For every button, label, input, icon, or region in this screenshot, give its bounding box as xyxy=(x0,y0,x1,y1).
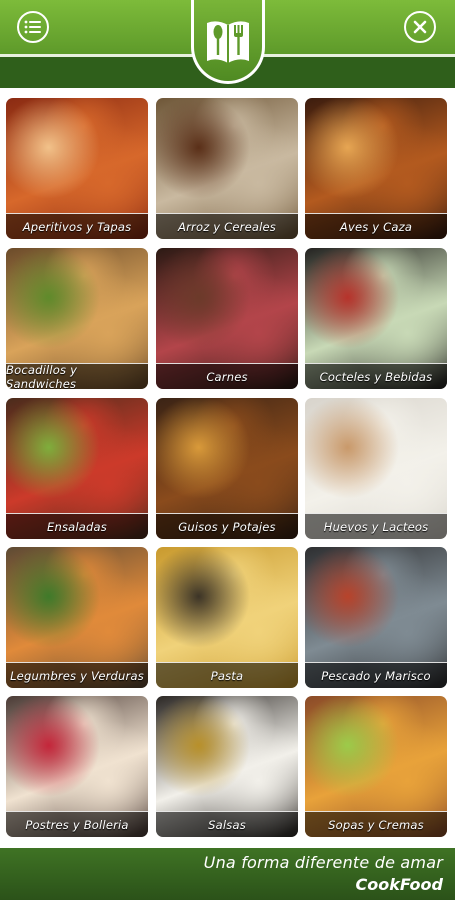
category-label: Pescado y Marisco xyxy=(305,662,447,688)
category-tile[interactable]: Ensaladas xyxy=(6,398,148,539)
close-x-icon xyxy=(413,20,427,34)
category-grid: Aperitivos y Tapas Arroz y Cereales Aves y… xyxy=(6,98,447,838)
category-label: Huevos y Lacteos xyxy=(305,513,447,539)
category-label: Sopas y Cremas xyxy=(305,811,447,837)
category-tile[interactable]: Salsas xyxy=(156,696,298,837)
category-tile[interactable]: Arroz y Cereales xyxy=(156,98,298,239)
category-tile[interactable]: Huevos y Lacteos xyxy=(305,398,447,539)
category-tile[interactable]: Cocteles y Bebidas xyxy=(305,248,447,389)
category-label: Legumbres y Verduras xyxy=(6,662,148,688)
menu-button[interactable] xyxy=(17,11,49,43)
category-tile[interactable]: Pasta xyxy=(156,547,298,688)
category-label: Bocadillos y Sandwiches xyxy=(6,363,148,389)
footer-tagline: Una forma diferente de amar xyxy=(203,853,443,872)
category-tile[interactable]: Postres y Bolleria xyxy=(6,696,148,837)
menu-lines-icon xyxy=(24,20,41,34)
book-spoon-fork-icon xyxy=(207,20,249,63)
category-label: Carnes xyxy=(156,363,298,389)
app-header xyxy=(0,0,455,88)
category-tile[interactable]: Legumbres y Verduras xyxy=(6,547,148,688)
close-button[interactable] xyxy=(404,11,436,43)
footer-brand: CookFood xyxy=(355,875,444,894)
category-tile[interactable]: Carnes xyxy=(156,248,298,389)
category-label: Pasta xyxy=(156,662,298,688)
category-label: Arroz y Cereales xyxy=(156,213,298,239)
app-logo xyxy=(191,0,265,84)
app-footer: Una forma diferente de amar CookFood xyxy=(0,848,455,900)
category-tile[interactable]: Aves y Caza xyxy=(305,98,447,239)
category-tile[interactable]: Guisos y Potajes xyxy=(156,398,298,539)
category-tile[interactable]: Pescado y Marisco xyxy=(305,547,447,688)
category-label: Salsas xyxy=(156,811,298,837)
category-label: Aves y Caza xyxy=(305,213,447,239)
category-label: Aperitivos y Tapas xyxy=(6,213,148,239)
category-tile[interactable]: Sopas y Cremas xyxy=(305,696,447,837)
category-label: Postres y Bolleria xyxy=(6,811,148,837)
category-tile[interactable]: Aperitivos y Tapas xyxy=(6,98,148,239)
category-label: Guisos y Potajes xyxy=(156,513,298,539)
category-tile[interactable]: Bocadillos y Sandwiches xyxy=(6,248,148,389)
category-label: Ensaladas xyxy=(6,513,148,539)
category-label: Cocteles y Bebidas xyxy=(305,363,447,389)
